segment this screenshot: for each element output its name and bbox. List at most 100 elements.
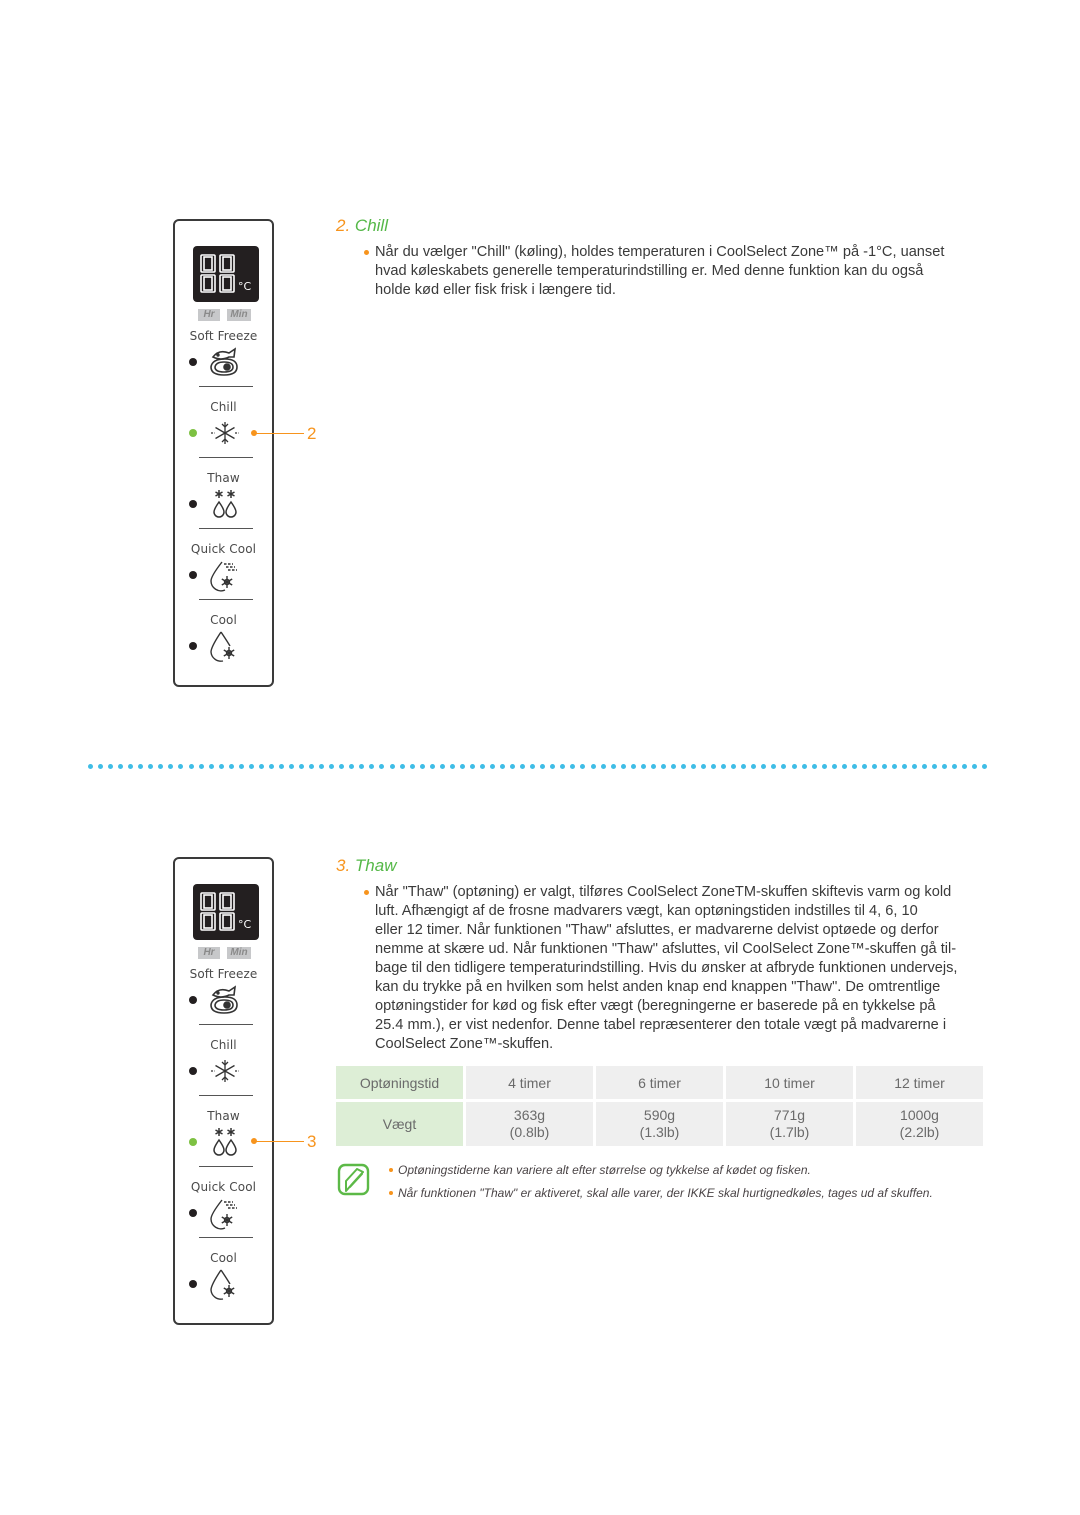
weight-grams: 590g <box>643 1107 676 1123</box>
mode-separator <box>199 386 253 387</box>
divider-dot <box>168 764 174 769</box>
table-cell: 6 timer <box>596 1066 723 1099</box>
weight-pounds: (1.3lb) <box>639 1124 680 1140</box>
divider-dot <box>118 764 124 769</box>
divider-dot <box>309 764 315 769</box>
paragraph-line: bage til den tidligere temperaturindstil… <box>375 960 958 976</box>
mode-label: Cool <box>210 1251 237 1265</box>
divider-dot <box>399 764 405 769</box>
divider-dot <box>208 764 214 769</box>
divider-dot <box>731 764 737 769</box>
cool-drop-icon[interactable] <box>207 1267 243 1301</box>
minutes-indicator: Min <box>227 309 251 321</box>
divider-dot <box>258 764 264 769</box>
mode-indicator-led <box>189 642 197 650</box>
table-row: Vægt 363g (0.8lb) 590g (1.3lb) 771g (1.7lb)… <box>336 1102 983 1146</box>
note-text: Når funktionen "Thaw" er aktiveret, skal… <box>398 1186 933 1200</box>
paragraph-line: luft. Afhængigt af de frosne madvarers v… <box>375 903 918 919</box>
divider-dot <box>942 764 948 769</box>
divider-dot <box>721 764 727 769</box>
quick-cool-drop-icon[interactable] <box>207 1196 243 1230</box>
divider-dot <box>660 764 666 769</box>
paragraph-line: CoolSelect Zone™-skuffen. <box>375 1036 554 1052</box>
divider-dot <box>359 764 365 769</box>
hours-indicator: Hr <box>198 947 220 959</box>
thaw-drops-icon[interactable] <box>207 1125 243 1159</box>
divider-dot <box>419 764 425 769</box>
divider-dot <box>540 764 546 769</box>
divider-dot <box>148 764 154 769</box>
paragraph-line: Når "Thaw" (optøning) er valgt, tilføres… <box>375 884 952 900</box>
mode-indicator-led <box>189 429 197 437</box>
divider-dot <box>801 764 807 769</box>
divider-dot <box>379 764 385 769</box>
divider-dot <box>218 764 224 769</box>
divider-dot <box>98 764 104 769</box>
divider-dot <box>238 764 244 769</box>
divider-dot <box>560 764 566 769</box>
chill-snowflake-icon[interactable] <box>207 416 243 450</box>
thaw-drops-icon[interactable] <box>207 487 243 521</box>
table-cell: 4 timer <box>466 1066 593 1099</box>
divider-dot <box>871 764 877 769</box>
thaw-description: Når "Thaw" (optøning) er valgt, tilføres… <box>364 883 990 1054</box>
divider-dot <box>861 764 867 769</box>
table-row: Optøningstid 4 timer 6 timer 10 timer 12… <box>336 1066 983 1099</box>
section-title: Thaw <box>354 856 397 875</box>
divider-dot <box>922 764 928 769</box>
divider-dot <box>520 764 526 769</box>
control-panel-chill: °C Hr Min Soft Freeze Chill Thaw Quick Cool… <box>173 219 274 687</box>
control-panel-thaw: °C Hr Min Soft Freeze Chill Thaw Quick Cool… <box>173 857 274 1325</box>
divider-dot <box>610 764 616 769</box>
cool-drop-icon[interactable] <box>207 629 243 663</box>
divider-dot <box>630 764 636 769</box>
fish-meat-icon[interactable] <box>207 983 243 1017</box>
divider-dot <box>510 764 516 769</box>
hours-indicator: Hr <box>198 309 220 321</box>
divider-dot <box>952 764 958 769</box>
divider-dot <box>469 764 475 769</box>
table-cell: 1000g (2.2lb) <box>856 1102 983 1146</box>
seven-segment-digits: °C <box>200 892 252 931</box>
divider-dot <box>962 764 968 769</box>
divider-dot <box>831 764 837 769</box>
bullet-icon <box>364 890 369 895</box>
divider-dot <box>791 764 797 769</box>
mode-indicator-led <box>189 358 197 366</box>
table-cell: 10 timer <box>726 1066 853 1099</box>
divider-dot <box>650 764 656 769</box>
divider-dot <box>741 764 747 769</box>
weight-pounds: (1.7lb) <box>769 1124 810 1140</box>
minutes-indicator: Min <box>227 947 251 959</box>
chill-snowflake-icon[interactable] <box>207 1054 243 1088</box>
table-cell: 771g (1.7lb) <box>726 1102 853 1146</box>
callout-line <box>254 1141 304 1142</box>
table-cell: 590g (1.3lb) <box>596 1102 723 1146</box>
fish-meat-icon[interactable] <box>207 345 243 379</box>
notes-list: Optøningstiderne kan variere alt efter s… <box>389 1162 978 1208</box>
mode-separator <box>199 1095 253 1096</box>
bullet-icon <box>389 1191 393 1195</box>
divider-dot <box>881 764 887 769</box>
paragraph-line: holde kød eller fisk frisk i længere tid… <box>375 282 616 298</box>
divider-dot <box>680 764 686 769</box>
callout-number: 3 <box>307 1132 317 1151</box>
quick-cool-drop-icon[interactable] <box>207 558 243 592</box>
mode-indicator-led <box>189 996 197 1004</box>
divider-dot <box>479 764 485 769</box>
mode-indicator-led <box>189 1209 197 1217</box>
mode-label: Quick Cool <box>190 1180 257 1194</box>
weight-pounds: (0.8lb) <box>509 1124 550 1140</box>
paragraph-line: kan du trykke på en hvilken som helst an… <box>375 979 941 995</box>
weight-grams: 363g <box>513 1107 546 1123</box>
mode-indicator-led <box>189 500 197 508</box>
divider-dot <box>620 764 626 769</box>
divider-dot <box>289 764 294 769</box>
divider-dot <box>550 764 556 769</box>
mode-label: Thaw <box>207 1109 240 1123</box>
mode-separator <box>199 599 253 600</box>
divider-dot <box>138 764 144 769</box>
divider-dot <box>319 764 325 769</box>
mode-indicator-led <box>189 1280 197 1288</box>
divider-dot <box>369 764 375 769</box>
